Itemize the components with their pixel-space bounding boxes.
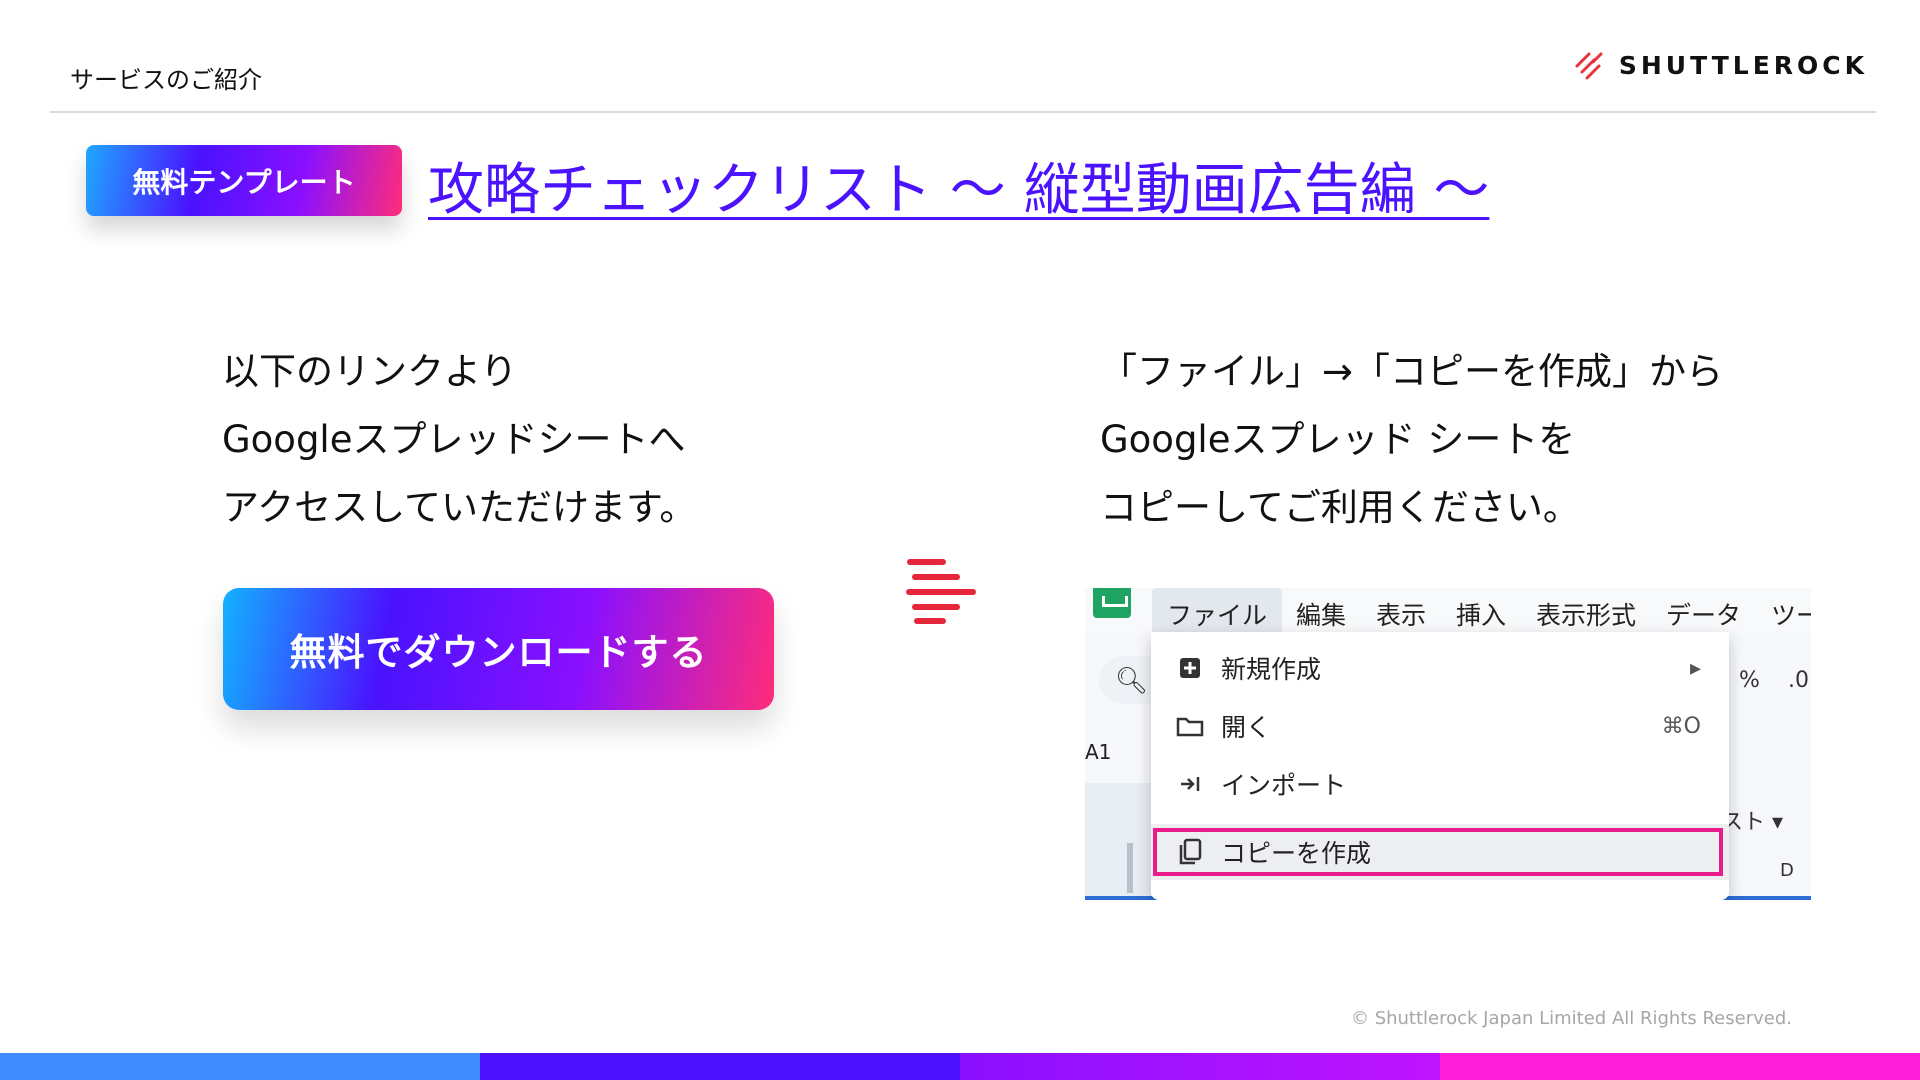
logo-mark-icon [1575,52,1603,80]
decimal-format-button[interactable]: .0 [1788,668,1809,693]
font-select[interactable]: スト ▾ [1721,804,1783,836]
right-line-1: 「ファイル」→「コピーを作成」から [1100,350,1724,393]
submenu-arrow-icon: ▸ [1689,655,1701,681]
header-divider [50,111,1876,113]
left-instructions: 以下のリンクより Googleスプレッドシートへ アクセスしていただけます。 [222,338,696,542]
spreadsheet-screenshot: ファイル 編集 表示 挿入 表示形式 データ ツー 🔍︎ A1 % .0 スト … [1085,588,1811,900]
folder-icon [1175,711,1205,741]
dropdown-label-import: インポート [1221,771,1347,800]
file-dropdown-menu: 新規作成 ▸ 開く ⌘O インポート コピーを作成 [1151,632,1729,900]
column-header-d: D [1780,860,1794,881]
checklist-title-link[interactable]: 攻略チェックリスト 〜 縦型動画広告編 〜 [428,145,1489,226]
sheets-logo-icon [1093,588,1131,618]
section-label: サービスのご紹介 [70,66,262,94]
menu-insert[interactable]: 挿入 [1456,596,1506,632]
shortcut-open: ⌘O [1661,713,1701,739]
right-line-2: Googleスプレッド シートを [1100,418,1576,461]
search-icon[interactable]: 🔍︎ [1115,666,1148,696]
percent-format-button[interactable]: % [1739,668,1760,693]
import-arrow-icon [1175,769,1205,799]
dropdown-item-import[interactable]: インポート [1151,756,1729,812]
dropdown-label-new: 新規作成 [1221,655,1322,684]
dropdown-item-open[interactable]: 開く ⌘O [1151,698,1729,754]
logo-text: SHUTTLEROCK [1618,50,1868,80]
shuttlerock-logo: SHUTTLEROCK [1575,50,1868,80]
copyright-text: © Shuttlerock Japan Limited All Rights R… [1350,1008,1792,1029]
dropdown-label-open: 開く [1221,713,1272,742]
left-line-3: アクセスしていただけます。 [222,486,697,529]
menu-edit[interactable]: 編集 [1296,596,1346,632]
menu-file[interactable]: ファイル [1152,588,1283,636]
footer-gradient-bar [0,1053,1920,1080]
menu-data[interactable]: データ [1666,596,1741,632]
left-line-2: Googleスプレッドシートへ [222,418,686,461]
dropdown-item-new[interactable]: 新規作成 ▸ [1151,640,1729,696]
left-line-1: 以下のリンクより [222,350,518,393]
menu-format[interactable]: 表示形式 [1536,596,1636,632]
make-copy-highlight-box [1153,828,1723,876]
plus-square-icon [1175,653,1205,683]
download-button[interactable]: 無料でダウンロードする [223,588,774,710]
menu-view[interactable]: 表示 [1376,596,1426,632]
cell-reference: A1 [1085,740,1112,764]
menu-tools[interactable]: ツー [1771,596,1811,632]
grid-area [1085,783,1151,900]
free-template-badge: 無料テンプレート [86,145,402,216]
speed-lines-icon [906,559,976,624]
right-instructions: 「ファイル」→「コピーを作成」から Googleスプレッド シートを コピーして… [1100,338,1723,542]
right-line-3: コピーしてご利用ください。 [1100,486,1580,529]
